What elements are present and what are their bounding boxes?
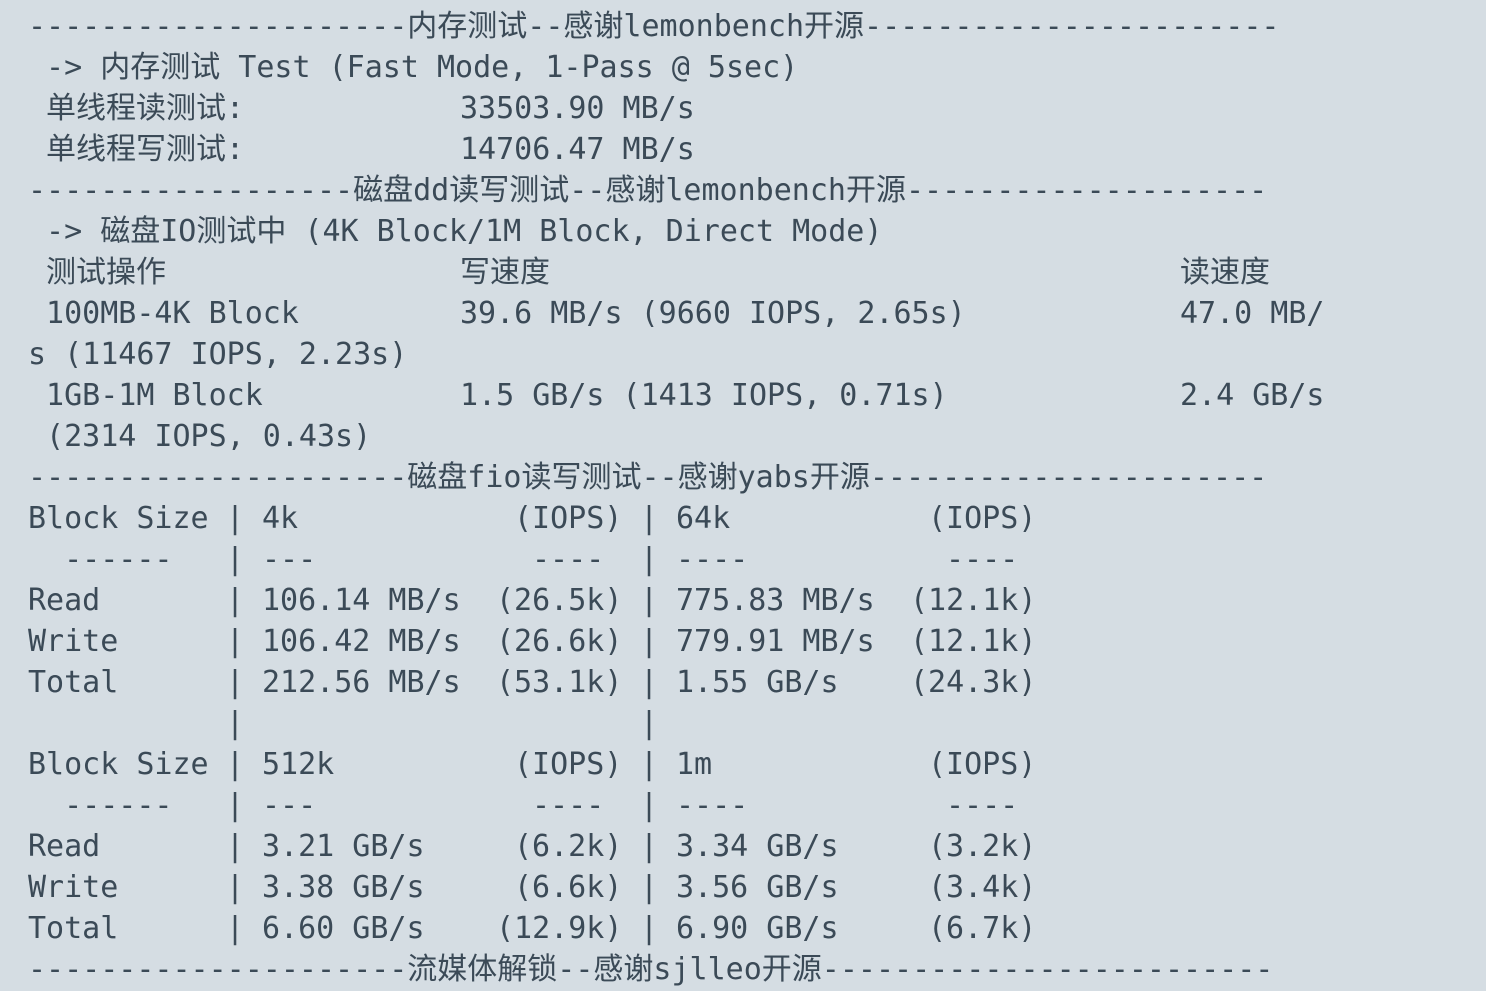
fio-row-label: Total	[28, 911, 119, 946]
fio-dash-b-size: ----	[676, 788, 749, 823]
fio-row-a-size: 3.21 GB/s	[262, 829, 425, 864]
disk-fio-section-header: ---------------------磁盘fio读写测试--感谢yabs开源…	[28, 460, 1268, 495]
fio-row-label: Write	[28, 624, 119, 659]
memory-test-title: -> 内存测试 Test (Fast Mode, 1-Pass @ 5sec)	[28, 50, 799, 85]
fio-pipe: |	[640, 501, 659, 536]
fio-pipe: |	[226, 542, 245, 577]
fio-header-label: Block Size	[28, 501, 209, 536]
fio-row-b-iops: (3.2k)	[928, 829, 1037, 864]
fio-dash-a-iops: ----	[532, 788, 605, 823]
fio-pipe: |	[640, 911, 659, 946]
memory-write-label: 单线程写测试:	[28, 132, 245, 167]
disk-dd-row-4k-read: 47.0 MB/	[1180, 296, 1325, 331]
fio-row-b-size: 6.90 GB/s	[676, 911, 839, 946]
disk-dd-col-operation: 测试操作	[28, 255, 167, 290]
memory-read-label: 单线程读测试:	[28, 91, 245, 126]
fio-header-b-iops: (IOPS)	[928, 747, 1037, 782]
disk-dd-title: -> 磁盘IO测试中 (4K Block/1M Block, Direct Mo…	[28, 214, 883, 249]
fio-row-b-iops: (12.1k)	[910, 583, 1037, 618]
fio-dash-b-size: ----	[676, 542, 749, 577]
fio-row-a-size: 106.42 MB/s	[262, 624, 461, 659]
memory-write-value: 14706.47 MB/s	[460, 132, 695, 167]
fio-row-a-size: 106.14 MB/s	[262, 583, 461, 618]
fio-pipe: |	[226, 870, 245, 905]
disk-dd-section-header: ------------------磁盘dd读写测试--感谢lemonbench…	[28, 173, 1268, 208]
fio-row-b-size: 775.83 MB/s	[676, 583, 875, 618]
fio-pipe: |	[226, 706, 245, 741]
fio-row-b-iops: (6.7k)	[928, 911, 1037, 946]
fio-pipe: |	[226, 747, 245, 782]
fio-row-b-iops: (3.4k)	[928, 870, 1037, 905]
fio-dash-label: ------	[28, 788, 173, 823]
fio-row-a-iops: (12.9k)	[496, 911, 623, 946]
fio-row-a-size: 212.56 MB/s	[262, 665, 461, 700]
fio-row-a-iops: (6.2k)	[514, 829, 623, 864]
fio-row-b-size: 779.91 MB/s	[676, 624, 875, 659]
fio-pipe: |	[226, 665, 245, 700]
fio-row-label: Write	[28, 870, 119, 905]
fio-row-a-iops: (6.6k)	[514, 870, 623, 905]
disk-dd-row-4k-write: 39.6 MB/s (9660 IOPS, 2.65s)	[460, 296, 966, 331]
fio-pipe: |	[640, 583, 659, 618]
fio-pipe: |	[226, 829, 245, 864]
fio-pipe: |	[226, 501, 245, 536]
fio-dash-label: ------	[28, 542, 173, 577]
fio-row-label: Total	[28, 665, 119, 700]
disk-dd-row-1m-read: 2.4 GB/s	[1180, 378, 1325, 413]
fio-row-b-size: 3.56 GB/s	[676, 870, 839, 905]
fio-pipe: |	[226, 583, 245, 618]
fio-row-a-iops: (26.6k)	[496, 624, 623, 659]
fio-pipe: |	[640, 870, 659, 905]
memory-section-header: ---------------------内存测试--感谢lemonbench开…	[28, 9, 1280, 44]
fio-row-a-size: 6.60 GB/s	[262, 911, 425, 946]
fio-pipe: |	[640, 624, 659, 659]
fio-pipe: |	[640, 665, 659, 700]
fio-header-b-iops: (IOPS)	[928, 501, 1037, 536]
disk-dd-row-1m-write: 1.5 GB/s (1413 IOPS, 0.71s)	[460, 378, 948, 413]
fio-row-a-size: 3.38 GB/s	[262, 870, 425, 905]
disk-dd-row-4k-wrap: s (11467 IOPS, 2.23s)	[28, 337, 408, 372]
fio-pipe: |	[640, 829, 659, 864]
fio-pipe: |	[640, 542, 659, 577]
fio-header-a-iops: (IOPS)	[514, 747, 623, 782]
disk-dd-row-1m-wrap: (2314 IOPS, 0.43s)	[28, 419, 372, 454]
fio-header-a-size: 4k	[262, 501, 299, 536]
fio-header-label: Block Size	[28, 747, 209, 782]
terminal-window[interactable]: -- ---- ----- - ---------------------内存测…	[0, 0, 1486, 991]
fio-pipe: |	[640, 706, 659, 741]
fio-pipe: |	[226, 911, 245, 946]
fio-header-a-size: 512k	[262, 747, 335, 782]
fio-row-b-iops: (24.3k)	[910, 665, 1037, 700]
media-unlock-section-header: ---------------------流媒体解锁--感谢sjlleo开源--…	[28, 952, 1274, 987]
fio-row-b-iops: (12.1k)	[910, 624, 1037, 659]
fio-pipe: |	[226, 788, 245, 823]
fio-row-b-size: 1.55 GB/s	[676, 665, 839, 700]
disk-dd-row-4k-op: 100MB-4K Block	[28, 296, 299, 331]
fio-pipe: |	[226, 624, 245, 659]
fio-row-b-size: 3.34 GB/s	[676, 829, 839, 864]
disk-dd-col-write: 写速度	[460, 255, 550, 290]
memory-read-value: 33503.90 MB/s	[460, 91, 695, 126]
fio-dash-b-iops: ----	[946, 788, 1019, 823]
fio-row-label: Read	[28, 829, 101, 864]
fio-dash-a-iops: ----	[532, 542, 605, 577]
fio-header-b-size: 64k	[676, 501, 731, 536]
disk-dd-row-1m-op: 1GB-1M Block	[28, 378, 263, 413]
fio-dash-b-iops: ----	[946, 542, 1019, 577]
fio-dash-a-size: ---	[262, 788, 317, 823]
fio-row-a-iops: (26.5k)	[496, 583, 623, 618]
fio-row-a-iops: (53.1k)	[496, 665, 623, 700]
fio-row-label: Read	[28, 583, 101, 618]
fio-pipe: |	[640, 788, 659, 823]
fio-pipe: |	[640, 747, 659, 782]
fio-header-b-size: 1m	[676, 747, 713, 782]
disk-dd-col-read: 读速度	[1180, 255, 1270, 290]
fio-header-a-iops: (IOPS)	[514, 501, 623, 536]
fio-dash-a-size: ---	[262, 542, 317, 577]
